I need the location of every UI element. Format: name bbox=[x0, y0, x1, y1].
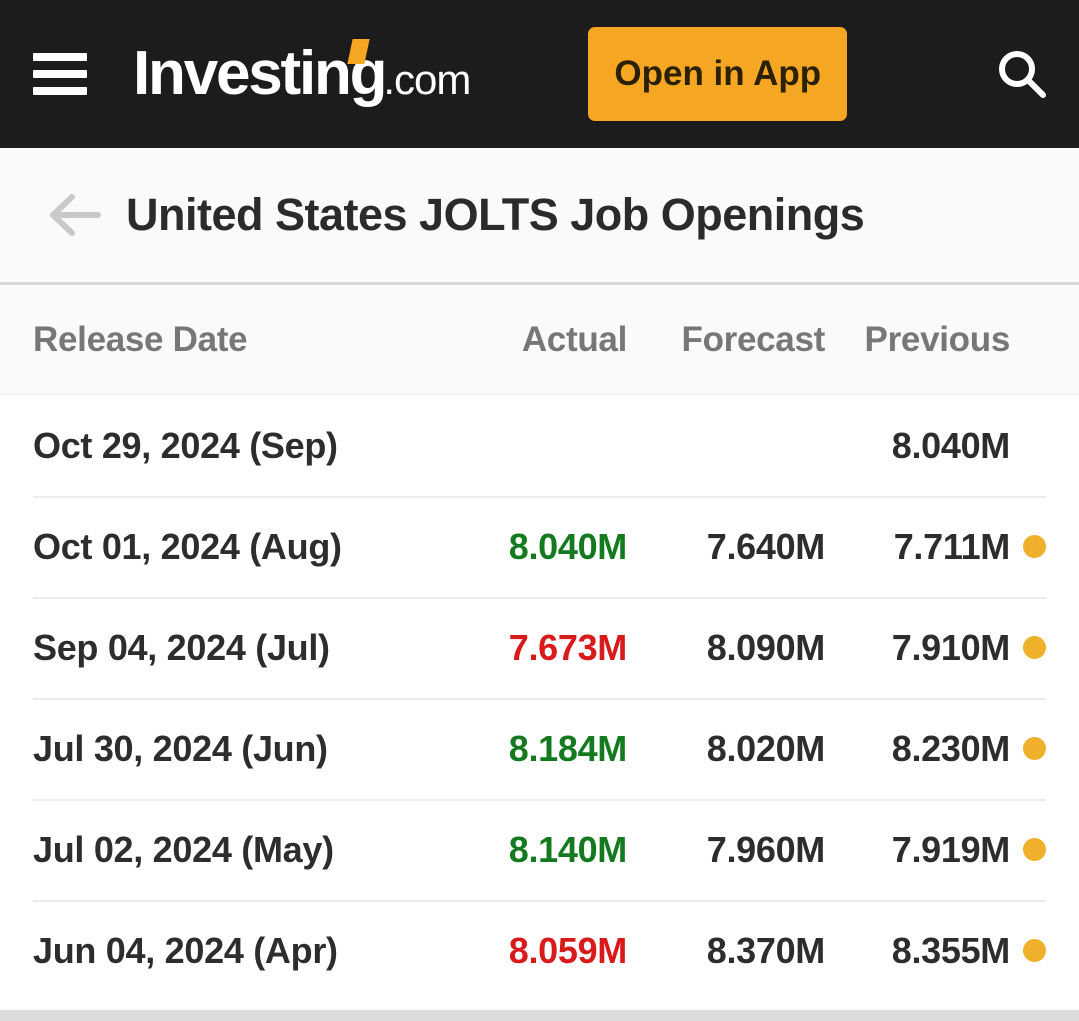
cell-actual: 7.673M bbox=[508, 626, 628, 668]
open-in-app-button[interactable]: Open in App bbox=[588, 27, 848, 121]
economic-events-table: Release Date Actual Forecast Previous Oc… bbox=[0, 285, 1079, 1001]
cell-release-date: Sep 04, 2024 (Jul) bbox=[33, 626, 330, 668]
top-navigation-bar: Investing .com Open in App bbox=[0, 0, 1079, 148]
column-header-forecast: Forecast bbox=[681, 319, 826, 359]
cell-forecast: 8.370M bbox=[706, 929, 826, 971]
page-header: United States JOLTS Job Openings bbox=[0, 148, 1079, 285]
cell-forecast: 7.640M bbox=[706, 525, 826, 567]
revision-dot-icon bbox=[1023, 737, 1046, 760]
hamburger-menu-icon[interactable] bbox=[33, 53, 87, 95]
cell-previous: 8.355M bbox=[891, 929, 1011, 971]
cell-previous: 7.910M bbox=[891, 626, 1011, 668]
cell-release-date: Jul 02, 2024 (May) bbox=[33, 828, 334, 870]
back-arrow-icon[interactable] bbox=[46, 192, 102, 238]
table-row[interactable]: Oct 29, 2024 (Sep) 8.040M bbox=[0, 395, 1079, 496]
hamburger-bar bbox=[33, 70, 87, 78]
cell-revision-indicator bbox=[1010, 838, 1046, 861]
cell-revision-indicator bbox=[1010, 434, 1046, 457]
cell-release-date: Jun 04, 2024 (Apr) bbox=[33, 929, 338, 971]
cell-actual: 8.184M bbox=[508, 727, 628, 769]
column-header-previous: Previous bbox=[864, 319, 1011, 359]
revision-dot-icon bbox=[1023, 636, 1046, 659]
cell-revision-indicator bbox=[1010, 636, 1046, 659]
table-row[interactable]: Jun 04, 2024 (Apr) 8.059M 8.370M 8.355M bbox=[0, 900, 1079, 1001]
table-row[interactable]: Oct 01, 2024 (Aug) 8.040M 7.640M 7.711M bbox=[0, 496, 1079, 597]
page-title: United States JOLTS Job Openings bbox=[126, 189, 865, 240]
table-row[interactable]: Jul 02, 2024 (May) 8.140M 7.960M 7.919M bbox=[0, 799, 1079, 900]
investing-com-logo[interactable]: Investing .com bbox=[133, 39, 471, 108]
cell-release-date: Oct 01, 2024 (Aug) bbox=[33, 525, 342, 567]
table-body: Oct 29, 2024 (Sep) 8.040M Oct 01, 2024 (Au… bbox=[0, 395, 1079, 1001]
column-header-actual: Actual bbox=[521, 319, 627, 359]
app-screen: Investing .com Open in App United States… bbox=[0, 0, 1079, 1021]
logo-tld: .com bbox=[383, 56, 471, 103]
cell-previous: 7.919M bbox=[891, 828, 1011, 870]
hamburger-bar bbox=[33, 87, 87, 95]
revision-dot-icon bbox=[1023, 939, 1046, 962]
logo-wordmark: Investing bbox=[133, 39, 388, 108]
cell-forecast: 7.960M bbox=[706, 828, 826, 870]
cell-release-date: Jul 30, 2024 (Jun) bbox=[33, 727, 328, 769]
cell-previous: 8.040M bbox=[891, 424, 1011, 466]
cell-revision-indicator bbox=[1010, 939, 1046, 962]
cell-revision-indicator bbox=[1010, 737, 1046, 760]
hamburger-bar bbox=[33, 53, 87, 61]
table-header-row: Release Date Actual Forecast Previous bbox=[0, 285, 1079, 395]
cell-release-date: Oct 29, 2024 (Sep) bbox=[33, 424, 338, 466]
cell-forecast: 8.090M bbox=[706, 626, 826, 668]
cell-forecast: 8.020M bbox=[706, 727, 826, 769]
revision-dot-icon bbox=[1023, 838, 1046, 861]
cell-previous: 7.711M bbox=[893, 525, 1011, 567]
bottom-divider bbox=[0, 1010, 1079, 1021]
cell-actual: 8.140M bbox=[508, 828, 628, 870]
cell-previous: 8.230M bbox=[891, 727, 1011, 769]
table-row[interactable]: Jul 30, 2024 (Jun) 8.184M 8.020M 8.230M bbox=[0, 698, 1079, 799]
table-row[interactable]: Sep 04, 2024 (Jul) 7.673M 8.090M 7.910M bbox=[0, 597, 1079, 698]
search-icon[interactable] bbox=[991, 43, 1053, 105]
revision-dot-icon bbox=[1023, 535, 1046, 558]
column-header-release-date: Release Date bbox=[33, 319, 248, 359]
cell-actual: 8.040M bbox=[508, 525, 628, 567]
cell-revision-indicator bbox=[1010, 535, 1046, 558]
cell-actual: 8.059M bbox=[508, 929, 628, 971]
